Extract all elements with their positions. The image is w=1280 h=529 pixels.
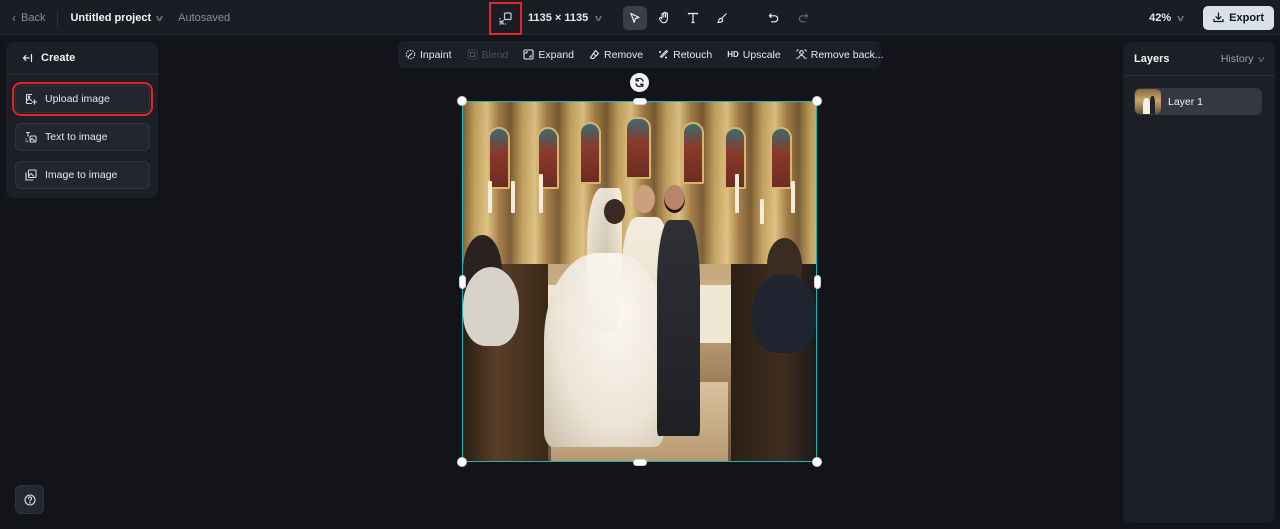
pointer-icon bbox=[630, 12, 640, 23]
back-button[interactable]: ‹ Back bbox=[12, 11, 45, 25]
image-to-image-button[interactable]: Image to image bbox=[15, 161, 150, 189]
chevron-left-icon: ‹ bbox=[12, 10, 16, 25]
resize-handle-top-right[interactable] bbox=[812, 96, 822, 106]
resize-handle-left[interactable] bbox=[459, 275, 466, 289]
canvas-size-dropdown[interactable]: 1135 × 1135 v bbox=[528, 11, 603, 24]
image-to-image-label: Image to image bbox=[45, 169, 118, 181]
expand-icon bbox=[523, 49, 534, 60]
hd-icon: HD bbox=[727, 50, 739, 59]
tool-text[interactable] bbox=[681, 6, 705, 30]
eraser-icon bbox=[589, 49, 600, 60]
retouch-label: Retouch bbox=[673, 48, 713, 61]
autosave-status: Autosaved bbox=[178, 11, 231, 24]
chevron-down-icon: v bbox=[156, 12, 164, 23]
project-title-dropdown[interactable]: Untitled project v bbox=[70, 11, 164, 24]
undo-button[interactable] bbox=[762, 6, 786, 30]
text-to-image-icon bbox=[25, 131, 37, 143]
undo-icon bbox=[768, 12, 779, 22]
remove-background-label: Remove back... bbox=[810, 48, 884, 61]
layer-name: Layer 1 bbox=[1168, 95, 1204, 108]
project-title: Untitled project bbox=[70, 11, 152, 24]
collapse-left-icon bbox=[22, 53, 33, 63]
divider bbox=[57, 9, 59, 26]
zoom-level: 42% bbox=[1149, 11, 1172, 24]
history-dropdown[interactable]: History v bbox=[1220, 52, 1264, 65]
blend-label: Blend bbox=[481, 48, 509, 61]
retouch-icon bbox=[659, 49, 669, 59]
tool-pointer[interactable] bbox=[623, 5, 648, 30]
remove-button[interactable]: Remove bbox=[589, 49, 643, 61]
chevron-down-icon: v bbox=[1257, 53, 1264, 64]
tool-hand[interactable] bbox=[652, 6, 676, 30]
chevron-down-icon: v bbox=[595, 12, 603, 23]
export-label: Export bbox=[1229, 11, 1264, 24]
rotate-icon bbox=[635, 77, 644, 88]
canvas-image-layer[interactable] bbox=[462, 101, 817, 462]
chevron-down-icon: v bbox=[1177, 12, 1185, 23]
inpaint-button[interactable]: Inpaint bbox=[405, 49, 452, 61]
blend-icon bbox=[466, 49, 478, 60]
expand-button[interactable]: Expand bbox=[523, 49, 574, 61]
redo-icon bbox=[799, 12, 809, 22]
upload-image-icon bbox=[25, 93, 37, 105]
text-to-image-button[interactable]: Text to image bbox=[15, 123, 150, 151]
create-panel-collapse[interactable]: Create bbox=[6, 42, 158, 75]
resize-handle-bottom-right[interactable] bbox=[812, 457, 822, 467]
layers-panel: Layers History v Layer 1 bbox=[1123, 42, 1275, 523]
text-to-image-label: Text to image bbox=[45, 131, 108, 143]
layer-item[interactable]: Layer 1 bbox=[1134, 88, 1262, 115]
help-button[interactable] bbox=[15, 485, 44, 514]
help-icon bbox=[23, 493, 36, 506]
blend-button[interactable]: Blend bbox=[466, 48, 509, 61]
inpaint-icon bbox=[405, 49, 416, 60]
back-label: Back bbox=[21, 11, 46, 24]
remove-label: Remove bbox=[604, 48, 644, 61]
brush-icon bbox=[717, 12, 728, 23]
layers-title: Layers bbox=[1134, 52, 1170, 65]
download-icon bbox=[1213, 12, 1224, 23]
resize-handle-right[interactable] bbox=[814, 275, 821, 289]
upload-image-button[interactable]: Upload image bbox=[12, 82, 153, 116]
history-label: History bbox=[1220, 52, 1254, 65]
rotate-handle[interactable] bbox=[630, 73, 649, 92]
upscale-button[interactable]: HD Upscale bbox=[727, 49, 781, 61]
inpaint-label: Inpaint bbox=[420, 48, 452, 61]
zoom-dropdown[interactable]: 42% v bbox=[1149, 11, 1185, 24]
canvas-size: 1135 × 1135 bbox=[528, 11, 589, 24]
expand-label: Expand bbox=[538, 48, 575, 61]
retouch-button[interactable]: Retouch bbox=[658, 49, 712, 61]
image-to-image-icon bbox=[25, 169, 37, 181]
hand-icon bbox=[658, 11, 668, 24]
upload-image-label: Upload image bbox=[45, 93, 110, 105]
redo-button[interactable] bbox=[791, 6, 815, 30]
image-edit-toolbar: Inpaint Blend Expand Remove Retouch HD U… bbox=[398, 41, 884, 68]
upscale-label: Upscale bbox=[742, 48, 781, 61]
wedding-photo bbox=[463, 102, 816, 461]
resize-canvas-button[interactable] bbox=[489, 1, 522, 35]
create-panel-title: Create bbox=[41, 52, 76, 64]
resize-handle-top-left[interactable] bbox=[457, 96, 467, 106]
resize-icon bbox=[499, 11, 512, 25]
export-button[interactable]: Export bbox=[1203, 5, 1274, 30]
resize-handle-bottom-left[interactable] bbox=[457, 457, 467, 467]
remove-background-button[interactable]: Remove back... bbox=[796, 49, 884, 61]
remove-background-icon bbox=[796, 49, 807, 59]
resize-handle-bottom[interactable] bbox=[633, 459, 647, 466]
create-panel: Create Upload image Text to image Image … bbox=[6, 42, 158, 198]
tool-brush[interactable] bbox=[710, 6, 734, 30]
top-bar: ‹ Back Untitled project v Autosaved 1135… bbox=[0, 0, 1280, 35]
resize-handle-top[interactable] bbox=[633, 98, 647, 105]
layer-thumbnail bbox=[1135, 89, 1161, 114]
text-icon bbox=[688, 12, 699, 23]
